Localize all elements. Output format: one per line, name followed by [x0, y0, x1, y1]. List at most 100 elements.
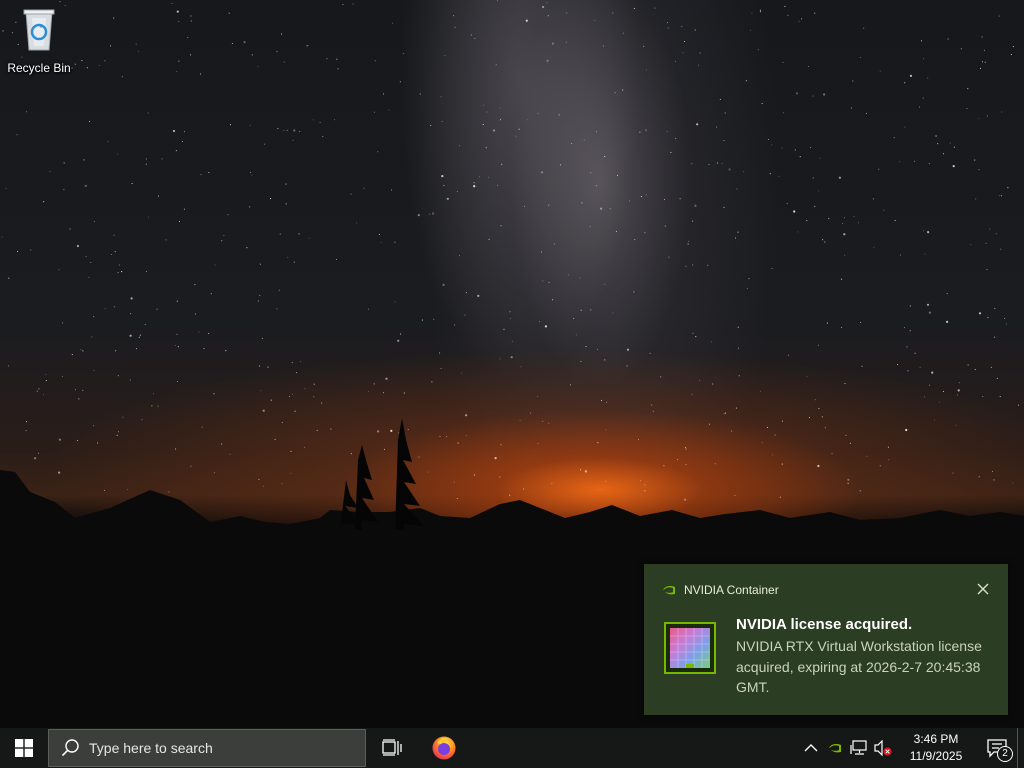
star: [291, 393, 293, 395]
star: [551, 42, 555, 45]
star: [496, 0, 498, 2]
star: [942, 390, 944, 393]
star: [575, 334, 577, 336]
star: [139, 334, 141, 336]
star: [565, 41, 567, 43]
star: [400, 333, 402, 335]
star: [210, 293, 212, 295]
start-button[interactable]: [0, 728, 48, 768]
star: [433, 318, 435, 320]
action-center-button[interactable]: 2: [977, 728, 1017, 768]
star: [595, 131, 598, 133]
star: [300, 361, 302, 363]
star: [771, 267, 773, 269]
star: [626, 348, 630, 351]
star: [923, 230, 925, 232]
star: [751, 12, 753, 14]
star: [527, 119, 529, 121]
star: [267, 366, 269, 368]
star: [499, 358, 501, 360]
notification-header: NVIDIA Container: [662, 583, 779, 597]
star: [699, 380, 701, 382]
taskbar-app-firefox[interactable]: [420, 728, 468, 768]
star: [82, 350, 84, 352]
star: [547, 15, 549, 17]
star: [666, 22, 669, 24]
star: [919, 366, 921, 368]
star: [440, 367, 442, 370]
star: [986, 269, 988, 271]
star: [63, 189, 65, 191]
star: [809, 147, 812, 149]
search-input[interactable]: Type here to search: [48, 729, 366, 767]
star: [292, 139, 294, 141]
star: [604, 155, 606, 157]
star: [287, 256, 289, 258]
star: [227, 214, 229, 216]
star: [89, 121, 91, 123]
star: [674, 60, 676, 62]
star: [464, 314, 466, 316]
star: [946, 320, 949, 323]
star: [485, 147, 487, 149]
desktop-icon-recycle-bin[interactable]: Recycle Bin: [4, 6, 74, 75]
star: [419, 93, 421, 95]
star: [716, 162, 718, 164]
star: [203, 348, 205, 350]
star: [257, 65, 259, 68]
star: [1000, 248, 1002, 250]
star: [178, 20, 180, 22]
star: [442, 283, 445, 286]
tray-network-button[interactable]: [847, 728, 871, 768]
star: [536, 395, 538, 398]
star: [967, 364, 969, 366]
star: [515, 135, 517, 137]
show-desktop-button[interactable]: [1017, 728, 1024, 768]
star: [757, 49, 759, 51]
star: [602, 45, 604, 47]
notification-toast[interactable]: NVIDIA Container NVIDIA license acquired…: [644, 564, 1008, 715]
tray-nvidia-button[interactable]: [823, 728, 847, 768]
nvidia-app-image: [664, 622, 716, 674]
star: [525, 19, 528, 22]
star: [927, 231, 930, 234]
task-view-button[interactable]: [368, 728, 416, 768]
star: [590, 172, 592, 174]
star: [806, 376, 808, 378]
star: [844, 254, 846, 256]
star: [264, 143, 266, 145]
star: [781, 147, 783, 149]
star: [793, 210, 796, 213]
star: [707, 264, 709, 266]
star: [175, 150, 177, 152]
star: [579, 277, 581, 279]
star: [863, 27, 865, 29]
star: [299, 131, 301, 133]
star: [989, 228, 991, 230]
tray-volume-button[interactable]: [871, 728, 895, 768]
star: [914, 352, 916, 354]
star: [221, 240, 223, 242]
star: [923, 58, 925, 60]
star: [8, 277, 10, 279]
star: [249, 124, 251, 126]
recycle-bin-icon: [23, 9, 55, 51]
star: [922, 97, 924, 99]
close-icon[interactable]: [974, 580, 992, 598]
star: [129, 379, 131, 381]
star: [737, 326, 739, 328]
clock[interactable]: 3:46 PM 11/9/2025: [895, 731, 977, 765]
star: [276, 51, 278, 53]
star: [1010, 54, 1012, 56]
show-hidden-icons-button[interactable]: [799, 728, 823, 768]
star: [878, 168, 880, 170]
notification-app-name: NVIDIA Container: [684, 583, 779, 597]
star: [573, 317, 575, 320]
star: [225, 350, 227, 352]
star: [998, 15, 1000, 17]
star: [385, 377, 388, 380]
star: [93, 369, 95, 372]
star: [903, 327, 906, 329]
star: [277, 128, 279, 130]
star: [974, 159, 976, 161]
